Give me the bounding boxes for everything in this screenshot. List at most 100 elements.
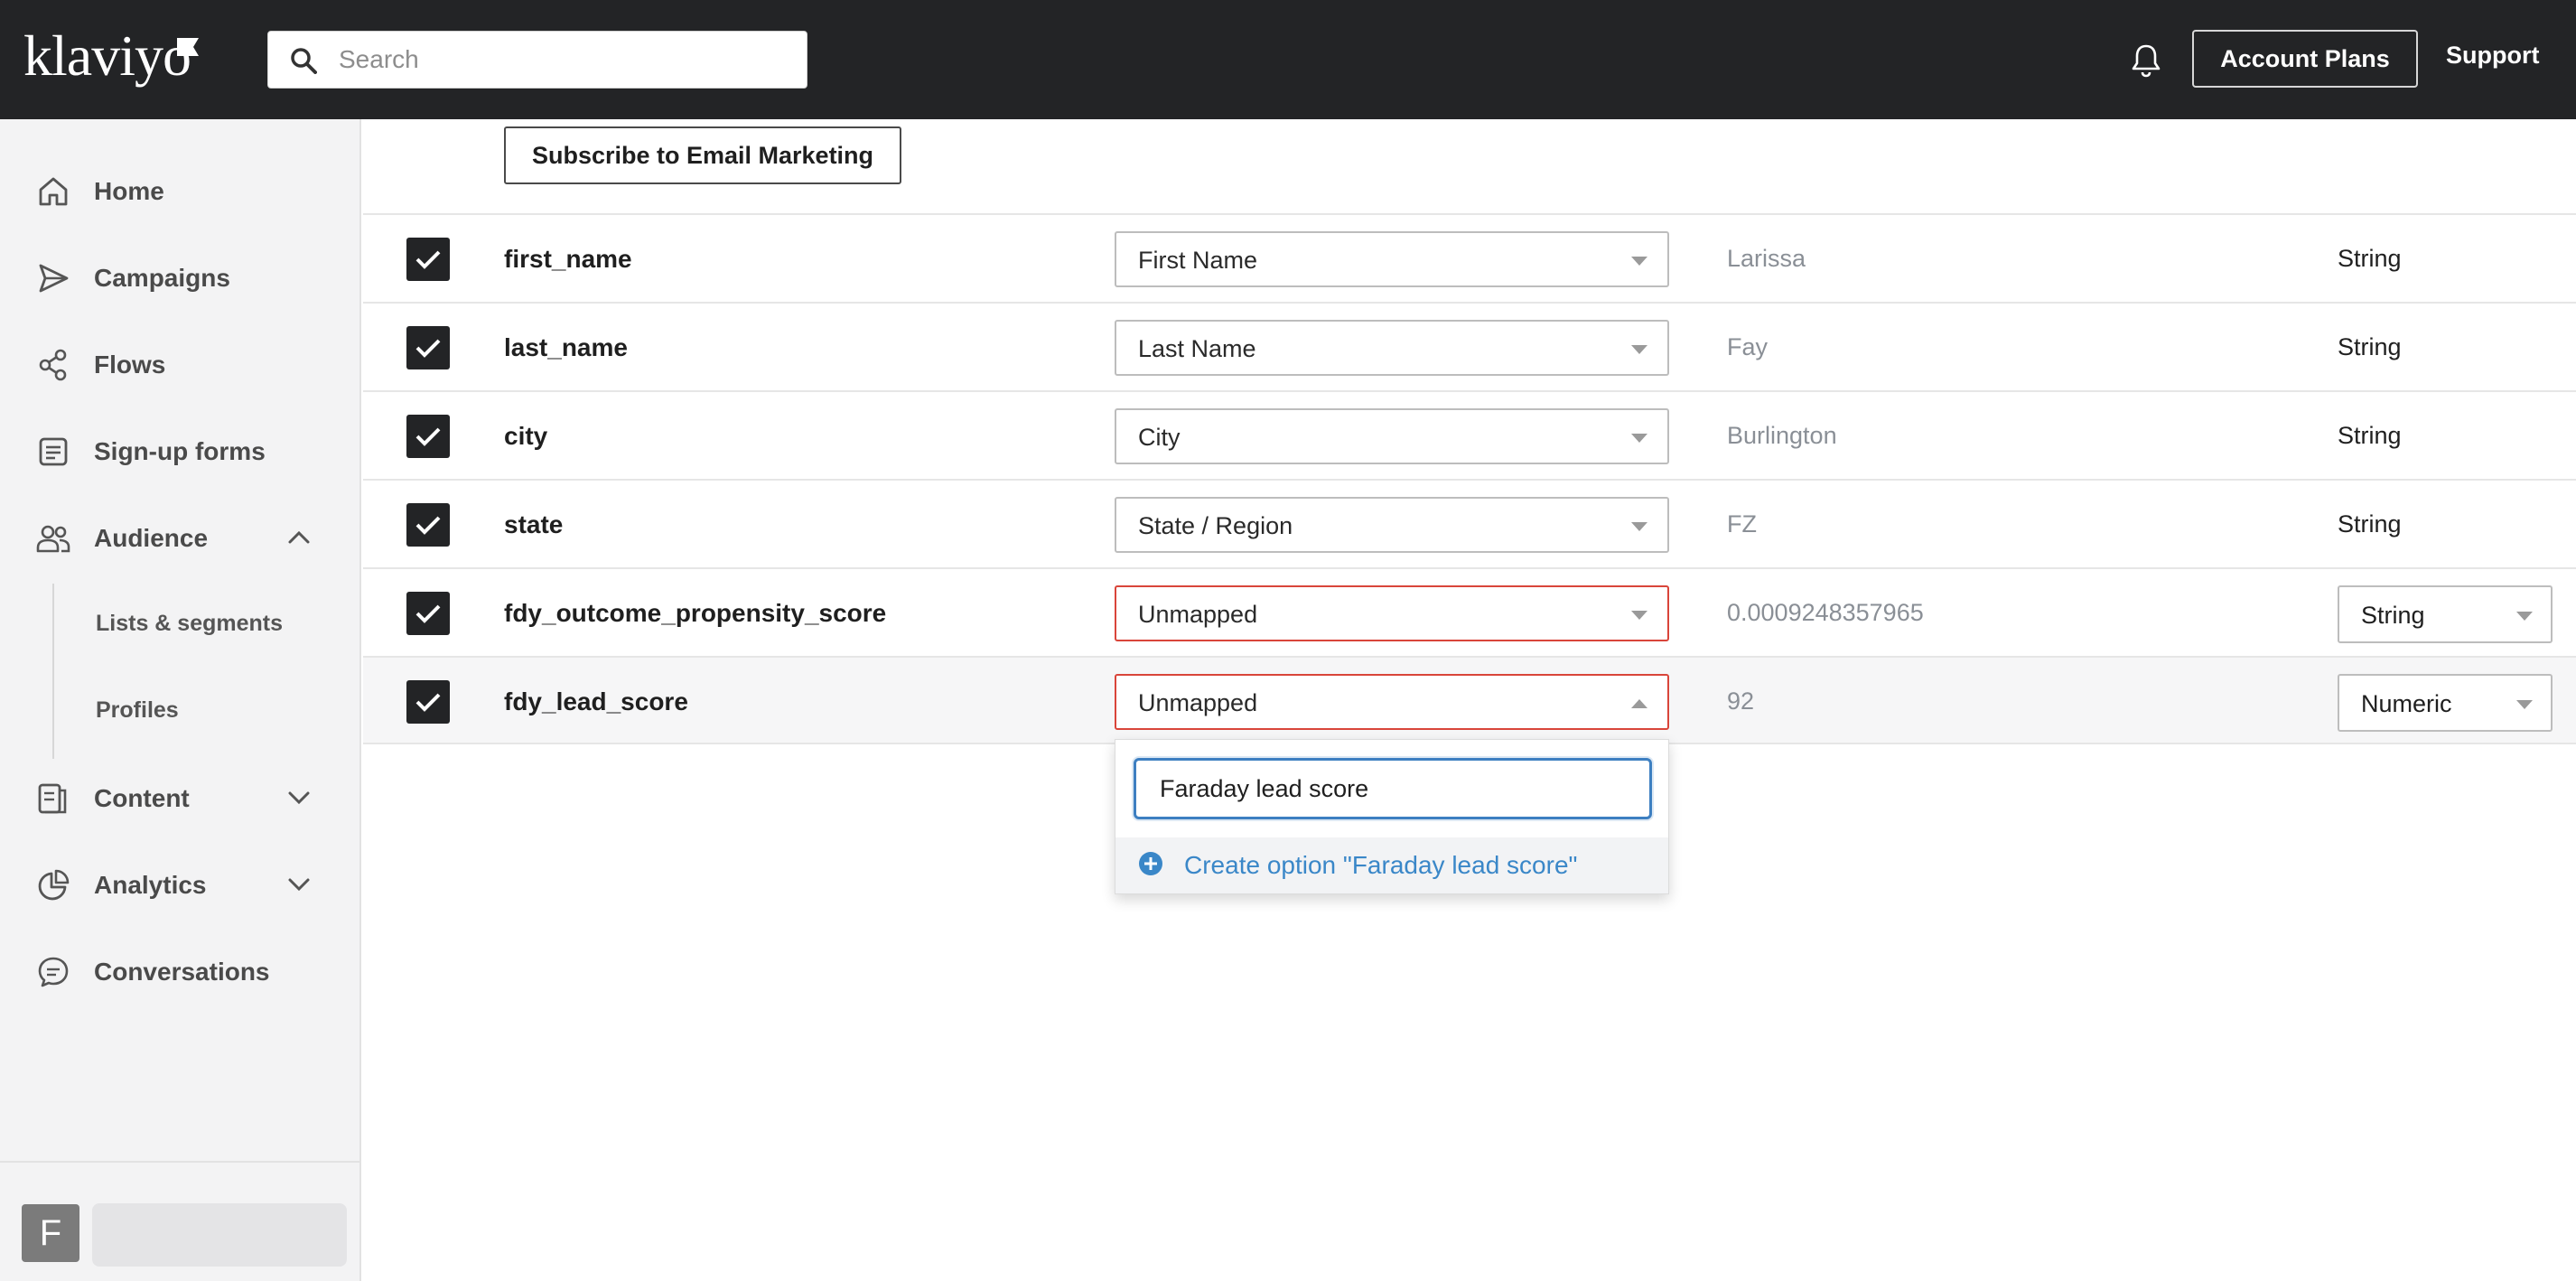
row-checkbox[interactable] bbox=[406, 592, 450, 635]
sidebar-item-label: Sign-up forms bbox=[94, 437, 266, 465]
table-row: city City Burlington String bbox=[363, 390, 2576, 479]
chevron-up-icon[interactable] bbox=[285, 528, 313, 547]
check-icon bbox=[415, 516, 441, 535]
mapping-dropdown-menu: Create option "Faraday lead score" bbox=[1115, 739, 1669, 894]
mapping-select[interactable]: Last Name bbox=[1115, 320, 1669, 376]
chevron-down-icon[interactable] bbox=[285, 875, 313, 893]
sidebar: Home Campaigns Flows Sign-up forms Audie… bbox=[0, 119, 361, 1281]
check-icon bbox=[415, 604, 441, 623]
content-icon bbox=[38, 783, 67, 814]
check-icon bbox=[415, 339, 441, 358]
sidebar-subitem-lists-segments[interactable]: Lists & segments bbox=[96, 611, 283, 637]
caret-down-icon bbox=[2516, 700, 2533, 709]
create-option-label: Create option "Faraday lead score" bbox=[1184, 851, 1578, 879]
sidebar-item-campaigns[interactable]: Campaigns bbox=[0, 245, 359, 310]
klaviyo-logo[interactable]: klaviyo bbox=[23, 27, 191, 85]
main-content: Subscribe to Email Marketing first_name … bbox=[363, 119, 2576, 1281]
mapping-value: First Name bbox=[1138, 247, 1258, 274]
mapping-value: Last Name bbox=[1138, 335, 1256, 362]
send-icon bbox=[39, 264, 69, 293]
sidebar-item-label: Audience bbox=[94, 524, 209, 552]
row-checkbox[interactable] bbox=[406, 415, 450, 458]
search-input[interactable] bbox=[339, 32, 790, 88]
mapping-select[interactable]: City bbox=[1115, 408, 1669, 464]
account-plans-button[interactable]: Account Plans bbox=[2192, 30, 2418, 88]
sidebar-item-conversations[interactable]: Conversations bbox=[0, 939, 359, 1004]
support-link[interactable]: Support bbox=[2446, 42, 2539, 70]
caret-down-icon bbox=[1631, 522, 1647, 531]
avatar[interactable]: F bbox=[22, 1204, 79, 1262]
sidebar-item-label: Conversations bbox=[94, 958, 270, 986]
caret-down-icon bbox=[1631, 434, 1647, 443]
sidebar-item-label: Analytics bbox=[94, 871, 207, 899]
sidebar-item-audience[interactable]: Audience bbox=[0, 505, 359, 570]
mapping-select[interactable]: Unmapped bbox=[1115, 674, 1669, 730]
data-type-value: Numeric bbox=[2361, 690, 2452, 717]
check-icon bbox=[415, 693, 441, 712]
caret-down-icon bbox=[1631, 345, 1647, 354]
data-type-select[interactable]: Numeric bbox=[2338, 674, 2553, 732]
logo-flag-icon bbox=[177, 38, 199, 56]
caret-down-icon bbox=[2516, 612, 2533, 621]
mapping-select[interactable]: Unmapped bbox=[1115, 585, 1669, 641]
data-type: String bbox=[2338, 333, 2402, 360]
data-type-value: String bbox=[2361, 602, 2425, 629]
sidebar-item-home[interactable]: Home bbox=[0, 158, 359, 223]
row-checkbox[interactable] bbox=[406, 326, 450, 369]
subscribe-email-marketing-button[interactable]: Subscribe to Email Marketing bbox=[504, 126, 901, 184]
sidebar-subitem-profiles[interactable]: Profiles bbox=[96, 697, 179, 724]
subnav-guide-line bbox=[52, 584, 54, 759]
table-row: state State / Region FZ String bbox=[363, 479, 2576, 567]
chat-icon bbox=[38, 957, 69, 987]
field-name: state bbox=[504, 510, 564, 538]
field-name: fdy_lead_score bbox=[504, 687, 688, 715]
field-name: fdy_outcome_propensity_score bbox=[504, 599, 887, 627]
sidebar-item-analytics[interactable]: Analytics bbox=[0, 852, 359, 917]
table-row: last_name Last Name Fay String bbox=[363, 302, 2576, 390]
account-name-placeholder[interactable] bbox=[92, 1203, 347, 1267]
table-row: fdy_lead_score Unmapped 92 Numeric bbox=[363, 656, 2576, 744]
check-icon bbox=[415, 250, 441, 269]
data-type: String bbox=[2338, 510, 2402, 538]
top-bar: klaviyo Account Plans Support bbox=[0, 0, 2576, 119]
notifications-bell-icon[interactable] bbox=[2130, 43, 2162, 78]
caret-up-icon bbox=[1631, 699, 1647, 708]
field-name: first_name bbox=[504, 245, 632, 273]
search-box[interactable] bbox=[267, 31, 807, 89]
dropdown-search-input[interactable] bbox=[1136, 761, 1649, 817]
row-checkbox[interactable] bbox=[406, 680, 450, 724]
data-type: String bbox=[2338, 422, 2402, 449]
caret-down-icon bbox=[1631, 611, 1647, 620]
create-option-item[interactable]: Create option "Faraday lead score" bbox=[1115, 837, 1668, 893]
sidebar-divider bbox=[0, 1161, 359, 1163]
row-checkbox[interactable] bbox=[406, 503, 450, 547]
analytics-icon bbox=[38, 869, 70, 901]
caret-down-icon bbox=[1631, 257, 1647, 266]
people-icon bbox=[36, 525, 70, 553]
sidebar-item-content[interactable]: Content bbox=[0, 765, 359, 830]
row-checkbox[interactable] bbox=[406, 238, 450, 281]
flows-icon bbox=[39, 349, 67, 381]
dropdown-search-box[interactable] bbox=[1134, 758, 1652, 819]
sample-value: FZ bbox=[1727, 510, 1757, 538]
mapping-value: Unmapped bbox=[1138, 689, 1258, 716]
sidebar-item-flows[interactable]: Flows bbox=[0, 332, 359, 397]
field-name: city bbox=[504, 422, 548, 450]
mapping-value: State / Region bbox=[1138, 512, 1293, 539]
sample-value: 0.0009248357965 bbox=[1727, 599, 1924, 626]
field-name: last_name bbox=[504, 333, 628, 361]
mapping-select[interactable]: State / Region bbox=[1115, 497, 1669, 553]
table-row: first_name First Name Larissa String bbox=[363, 213, 2576, 302]
sidebar-item-signup-forms[interactable]: Sign-up forms bbox=[0, 418, 359, 483]
data-type: String bbox=[2338, 245, 2402, 272]
plus-circle-icon bbox=[1139, 852, 1162, 875]
sidebar-item-label: Home bbox=[94, 177, 164, 205]
chevron-down-icon[interactable] bbox=[285, 789, 313, 807]
data-type-select[interactable]: String bbox=[2338, 585, 2553, 643]
sample-value: Fay bbox=[1727, 333, 1769, 360]
mapping-select[interactable]: First Name bbox=[1115, 231, 1669, 287]
sample-value: Larissa bbox=[1727, 245, 1806, 272]
mapping-value: City bbox=[1138, 424, 1181, 451]
sidebar-item-label: Flows bbox=[94, 351, 166, 379]
home-icon bbox=[39, 177, 68, 206]
